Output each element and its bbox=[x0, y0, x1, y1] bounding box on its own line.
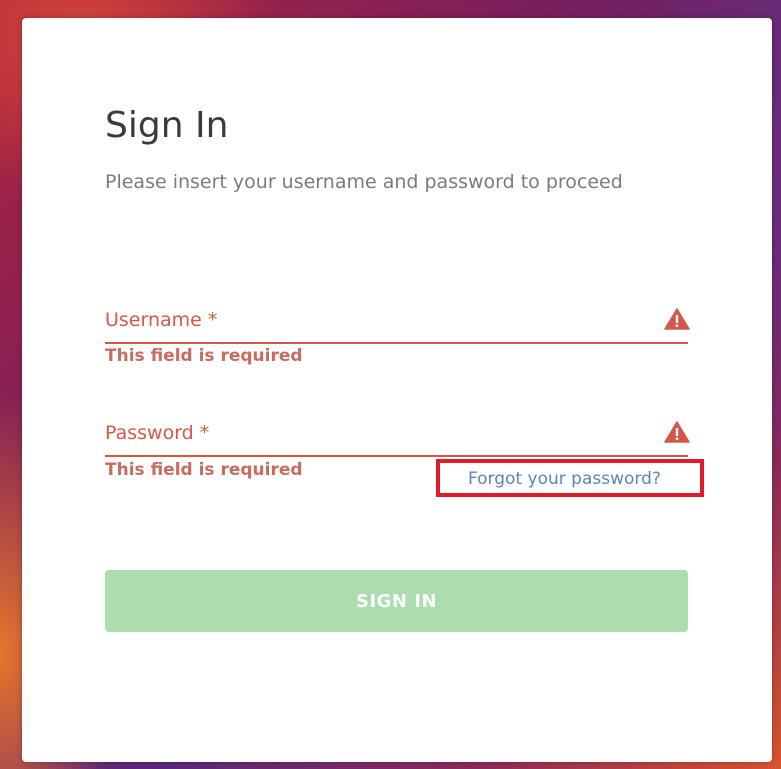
sign-in-button[interactable]: SIGN IN bbox=[105, 570, 688, 632]
page-title: Sign In bbox=[105, 105, 229, 146]
forgot-password-link[interactable]: Forgot your password? bbox=[468, 467, 661, 491]
warning-triangle-icon bbox=[664, 308, 690, 330]
warning-triangle-icon bbox=[664, 421, 690, 443]
sign-in-card: Sign In Please insert your username and … bbox=[22, 18, 772, 762]
password-field[interactable]: Password * bbox=[105, 415, 690, 457]
password-error: This field is required bbox=[105, 460, 303, 480]
username-field[interactable]: Username * bbox=[105, 302, 690, 344]
page-subtitle: Please insert your username and password… bbox=[105, 171, 623, 193]
username-error: This field is required bbox=[105, 346, 303, 366]
password-label: Password * bbox=[105, 422, 210, 444]
username-label: Username * bbox=[105, 309, 218, 331]
